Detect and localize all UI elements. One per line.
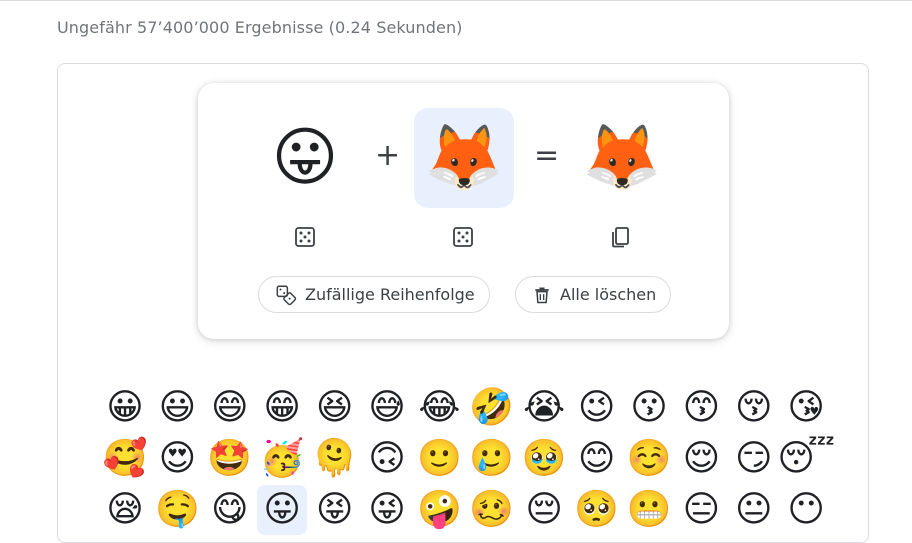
emoji-option[interactable]: 🥹 xyxy=(519,434,569,484)
emoji-option[interactable]: 🤣 xyxy=(467,383,517,433)
emoji-option[interactable]: 😃 xyxy=(152,383,202,433)
emoji-option[interactable]: 😊 xyxy=(572,434,622,484)
clear-all-label: Alle löschen xyxy=(560,285,657,304)
emoji-option[interactable]: 🙃 xyxy=(362,434,412,484)
result-emoji: 🦊 xyxy=(582,121,662,195)
dice-icon[interactable] xyxy=(451,225,475,249)
result-stats: Ungefähr 57’400’000 Ergebnisse (0.24 Sek… xyxy=(57,18,463,37)
emoji-option[interactable]: 😄 xyxy=(205,383,255,433)
emoji-option[interactable]: 😂 xyxy=(414,383,464,433)
emoji-option[interactable]: 🥳 xyxy=(257,434,307,484)
emoji-option[interactable]: 😆 xyxy=(310,383,360,433)
shuffle-label: Zufällige Reihenfolge xyxy=(305,285,475,304)
emoji-option[interactable]: 😗 xyxy=(624,383,674,433)
emoji-option[interactable]: 😌 xyxy=(676,434,726,484)
emoji-option[interactable]: 😉 xyxy=(572,383,622,433)
emoji-mixer-panel: 😛 + 🦊 = 🦊 Zufällige Reihenfolge Alle lös… xyxy=(198,83,729,339)
equals-sign: = xyxy=(534,138,560,173)
emoji-option[interactable]: 😍 xyxy=(152,434,202,484)
emoji-option[interactable]: 😴 xyxy=(777,434,835,484)
emoji-option[interactable]: 😏 xyxy=(729,434,779,484)
left-emoji-slot[interactable]: 😛 xyxy=(255,108,355,208)
right-emoji-slot[interactable]: 🦊 xyxy=(414,108,514,208)
top-divider xyxy=(0,0,912,1)
shuffle-button[interactable]: Zufällige Reihenfolge xyxy=(258,276,490,313)
copy-icon[interactable] xyxy=(608,225,632,249)
clear-all-button[interactable]: Alle löschen xyxy=(515,276,672,313)
emoji-option[interactable]: 😅 xyxy=(362,383,412,433)
dice-icon[interactable] xyxy=(293,225,317,249)
emoji-option[interactable]: ☺️ xyxy=(624,434,674,484)
plus-sign: + xyxy=(375,138,401,173)
emoji-option[interactable]: 🙂 xyxy=(414,434,464,484)
emoji-option[interactable]: 😁 xyxy=(257,383,307,433)
shuffle-dice-icon xyxy=(276,285,297,305)
emoji-option[interactable]: 🤩 xyxy=(205,434,255,484)
emoji-option[interactable]: 😀 xyxy=(100,383,150,433)
emoji-option[interactable]: 😘 xyxy=(781,383,831,433)
emoji-option[interactable]: 🫠 xyxy=(310,434,360,484)
emoji-option[interactable]: 😚 xyxy=(729,383,779,433)
trash-icon xyxy=(535,287,549,303)
emoji-option[interactable]: 🥲 xyxy=(467,434,517,484)
emoji-option[interactable]: 😙 xyxy=(676,383,726,433)
emoji-option[interactable]: 🥰 xyxy=(100,434,150,484)
emoji-option[interactable]: 😭 xyxy=(519,383,569,433)
